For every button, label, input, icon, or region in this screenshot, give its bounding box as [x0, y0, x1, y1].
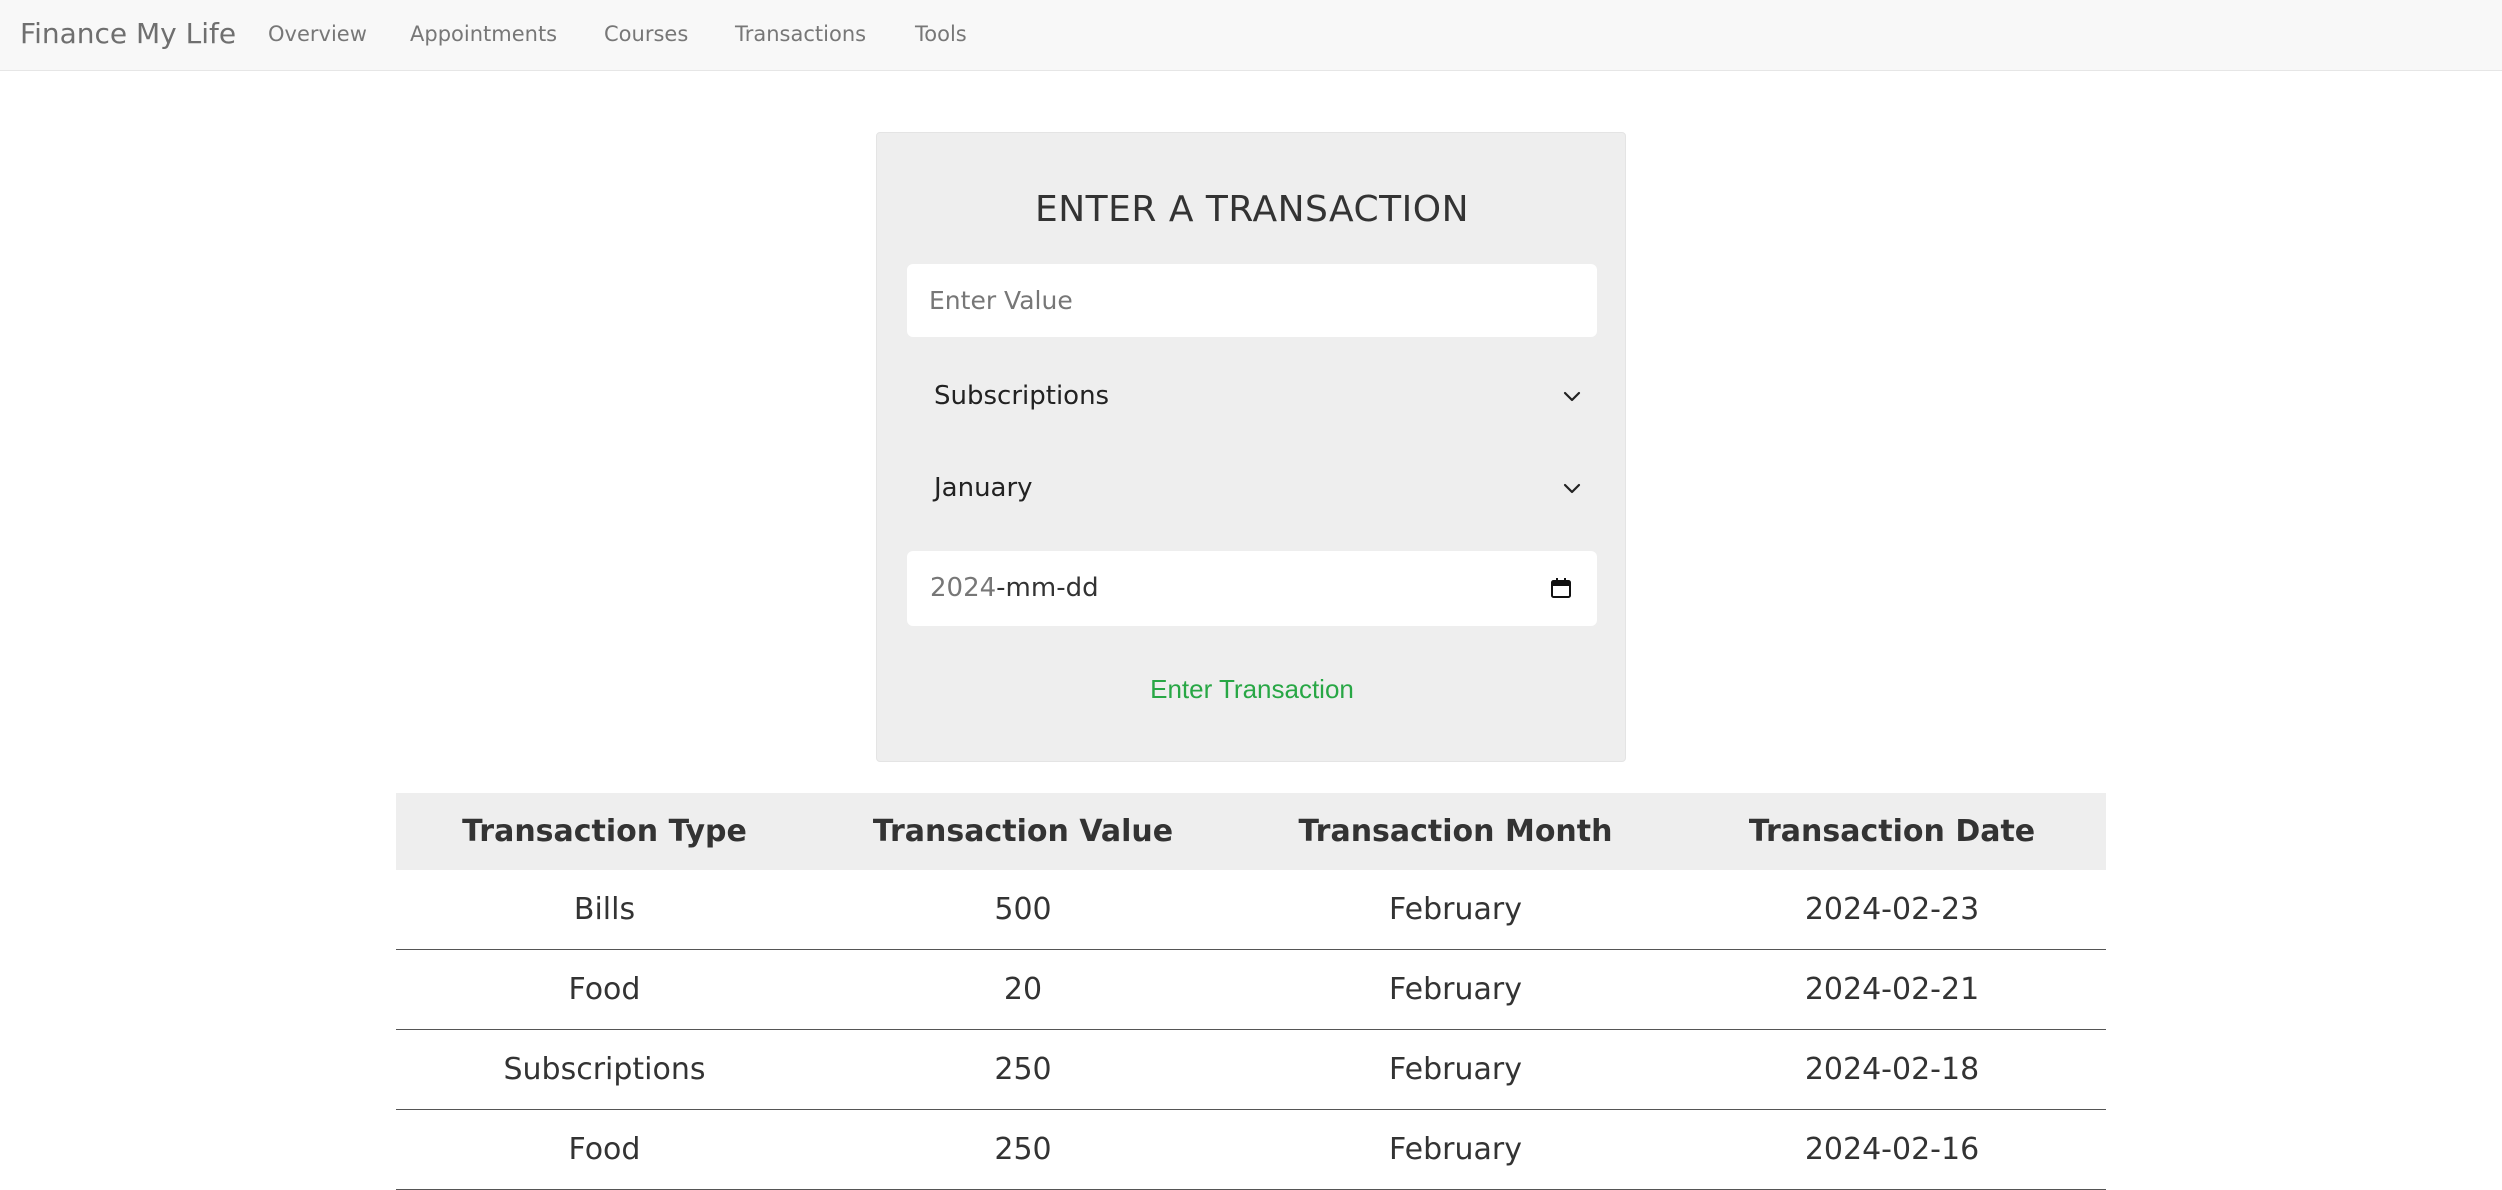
date-year: 2024	[930, 573, 997, 603]
cell-type: Food	[568, 972, 641, 1007]
form-title: ENTER A TRANSACTION	[1034, 189, 1470, 230]
cell-type: Bills	[573, 892, 636, 927]
cell-value: 500	[994, 892, 1052, 927]
table-row: Bills 500 February 2024-02-23	[396, 870, 2106, 950]
cell-month: February	[1389, 972, 1522, 1007]
nav-link-tools[interactable]: Tools	[915, 21, 967, 47]
cell-value: 250	[994, 1132, 1052, 1167]
top-navbar: Finance My Life Overview Appointments Co…	[0, 0, 2502, 71]
date-format: -mm-dd	[996, 573, 1099, 603]
table-header-row: Transaction Type Transaction Value Trans…	[396, 793, 2106, 870]
transaction-type-value: Subscriptions	[934, 381, 1110, 411]
nav-link-courses[interactable]: Courses	[604, 21, 688, 47]
calendar-icon[interactable]	[1549, 576, 1573, 600]
cell-date: 2024-02-16	[1804, 1132, 1980, 1167]
transaction-type-dropdown[interactable]: Subscriptions	[906, 366, 1596, 426]
enter-transaction-button[interactable]: Enter Transaction	[1102, 663, 1402, 713]
cell-date: 2024-02-21	[1804, 972, 1980, 1007]
cell-type: Subscriptions	[503, 1052, 706, 1087]
value-input[interactable]	[907, 264, 1597, 337]
cell-value: 20	[1003, 972, 1043, 1007]
transaction-month-value: January	[934, 473, 1033, 503]
header-transaction-month: Transaction Month	[1298, 814, 1613, 849]
date-input-text: 2024-mm-dd	[930, 572, 1099, 604]
cell-date: 2024-02-23	[1804, 892, 1980, 927]
header-transaction-type: Transaction Type	[462, 814, 747, 849]
cell-month: February	[1389, 1132, 1522, 1167]
nav-link-appointments[interactable]: Appointments	[410, 21, 557, 47]
transaction-month-dropdown[interactable]: January	[906, 458, 1596, 518]
date-input[interactable]: 2024-mm-dd	[907, 551, 1597, 626]
chevron-down-icon	[1563, 391, 1581, 402]
table-row: Subscriptions 250 February 2024-02-18	[396, 1030, 2106, 1110]
nav-link-transactions[interactable]: Transactions	[735, 21, 866, 47]
nav-link-overview[interactable]: Overview	[268, 21, 367, 47]
header-transaction-value: Transaction Value	[872, 814, 1174, 849]
header-transaction-date: Transaction Date	[1748, 814, 2036, 849]
table-row: Food 250 February 2024-02-16	[396, 1110, 2106, 1190]
cell-month: February	[1389, 892, 1522, 927]
table-row: Food 20 February 2024-02-21	[396, 950, 2106, 1030]
brand-link[interactable]: Finance My Life	[20, 16, 236, 52]
cell-value: 250	[994, 1052, 1052, 1087]
cell-type: Food	[568, 1132, 641, 1167]
cell-date: 2024-02-18	[1804, 1052, 1980, 1087]
cell-month: February	[1389, 1052, 1522, 1087]
transactions-table: Transaction Type Transaction Value Trans…	[396, 793, 2106, 1190]
transaction-form-card: ENTER A TRANSACTION 2024-mm-dd Enter Tra…	[876, 132, 1626, 762]
chevron-down-icon	[1563, 483, 1581, 494]
